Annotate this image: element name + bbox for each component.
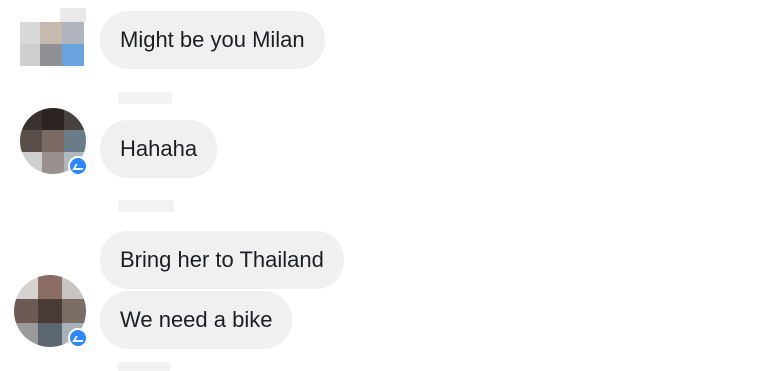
message-bubble[interactable]: Bring her to Thailand [100, 231, 344, 289]
sender-name-blurred [118, 200, 174, 212]
messenger-icon [68, 156, 88, 176]
message-text: We need a bike [120, 307, 273, 332]
messenger-icon [68, 328, 88, 348]
sender-name-blurred [118, 362, 170, 371]
message-text: Bring her to Thailand [120, 247, 324, 272]
message-text: Hahaha [120, 136, 198, 161]
avatar-pixelated[interactable] [20, 8, 90, 68]
message-bubble[interactable]: Might be you Milan [100, 11, 325, 69]
sender-name-blurred [118, 92, 172, 104]
message-text: Might be you Milan [120, 27, 305, 52]
message-bubble[interactable]: Hahaha [100, 120, 218, 178]
message-bubble[interactable]: We need a bike [100, 291, 293, 349]
